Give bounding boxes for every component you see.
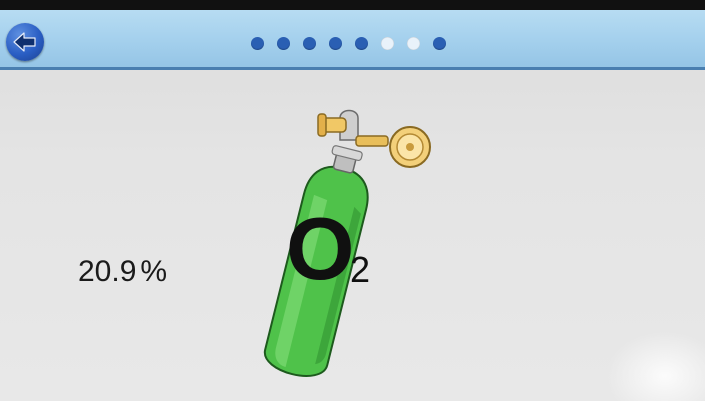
screen-glare: [605, 331, 705, 401]
gas-symbol: O: [286, 199, 355, 298]
device-screen: 20.9% O 2: [0, 0, 705, 401]
oxygen-cylinder-icon: O 2: [0, 0, 705, 401]
gas-subscript: 2: [350, 249, 371, 290]
